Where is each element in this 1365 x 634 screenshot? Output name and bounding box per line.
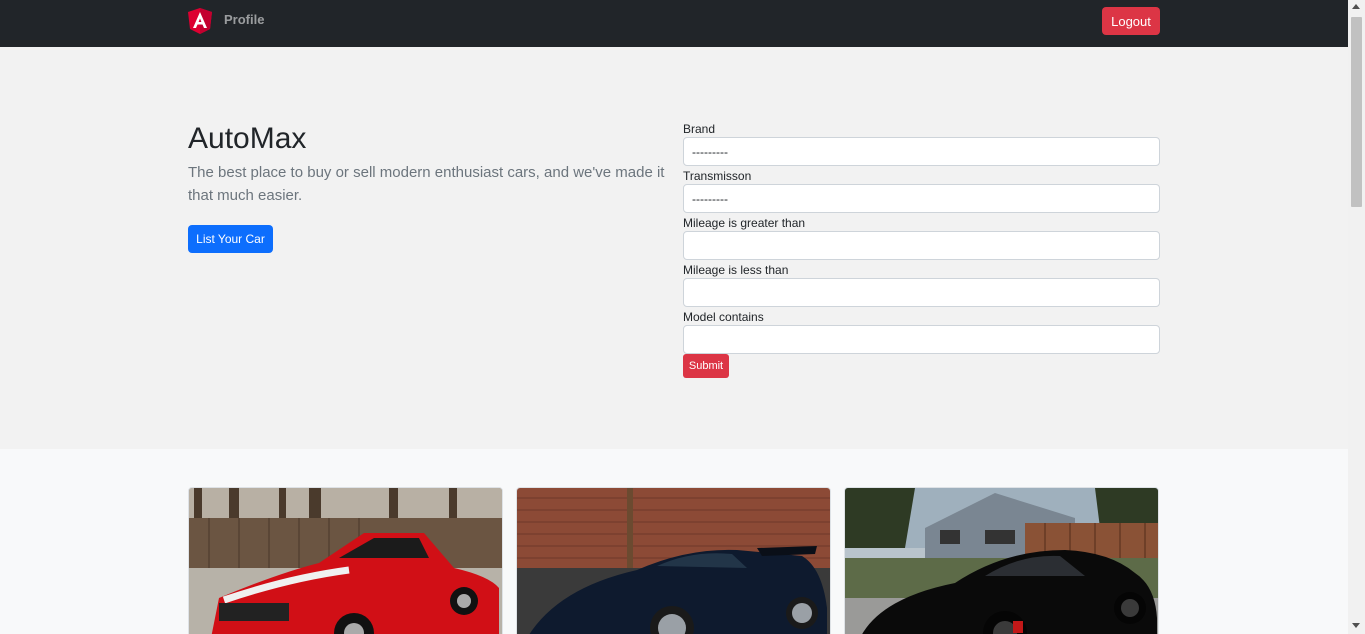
page-title: AutoMax (188, 122, 307, 155)
list-your-car-button[interactable]: List Your Car (188, 225, 273, 253)
listing-card[interactable] (188, 487, 503, 634)
scroll-down-arrow-icon[interactable] (1352, 623, 1360, 628)
car-listings (0, 449, 1348, 634)
page-scrollbar[interactable] (1348, 0, 1365, 634)
model-label: Model contains (683, 310, 764, 324)
mileage-lt-label: Mileage is less than (683, 263, 789, 277)
scrollbar-thumb[interactable] (1351, 17, 1362, 207)
model-field: Model contains (683, 310, 1160, 357)
brand-label: Brand (683, 122, 716, 136)
search-filter-form: Brand --------- Transmisson --------- Mi… (683, 122, 1160, 378)
listing-card[interactable] (516, 487, 831, 634)
top-navbar: Profile Logout (0, 0, 1348, 47)
black-corvette-photo (845, 488, 1158, 634)
transmission-label: Transmisson (683, 169, 752, 183)
dark-blue-supercar-photo (517, 488, 830, 634)
angular-logo-icon[interactable] (188, 8, 212, 34)
listing-card[interactable] (844, 487, 1159, 634)
transmission-select[interactable]: --------- (683, 184, 1160, 213)
profile-link[interactable]: Profile (224, 12, 264, 27)
mileage-gt-input[interactable] (683, 231, 1160, 260)
logout-button[interactable]: Logout (1102, 7, 1160, 35)
red-mustang-photo (189, 488, 502, 634)
mileage-gt-label: Mileage is greater than (683, 216, 806, 230)
transmission-field: Transmisson --------- (683, 169, 1160, 216)
submit-button[interactable]: Submit (683, 354, 729, 378)
brand-field: Brand --------- (683, 122, 1160, 169)
scroll-up-arrow-icon[interactable] (1352, 4, 1360, 9)
hero-section: AutoMax The best place to buy or sell mo… (0, 47, 1348, 449)
hero-lead-text: The best place to buy or sell modern ent… (188, 164, 665, 204)
mileage-lt-field: Mileage is less than (683, 263, 1160, 310)
model-input[interactable] (683, 325, 1160, 354)
brand-select[interactable]: --------- (683, 137, 1160, 166)
mileage-gt-field: Mileage is greater than (683, 216, 1160, 263)
mileage-lt-input[interactable] (683, 278, 1160, 307)
